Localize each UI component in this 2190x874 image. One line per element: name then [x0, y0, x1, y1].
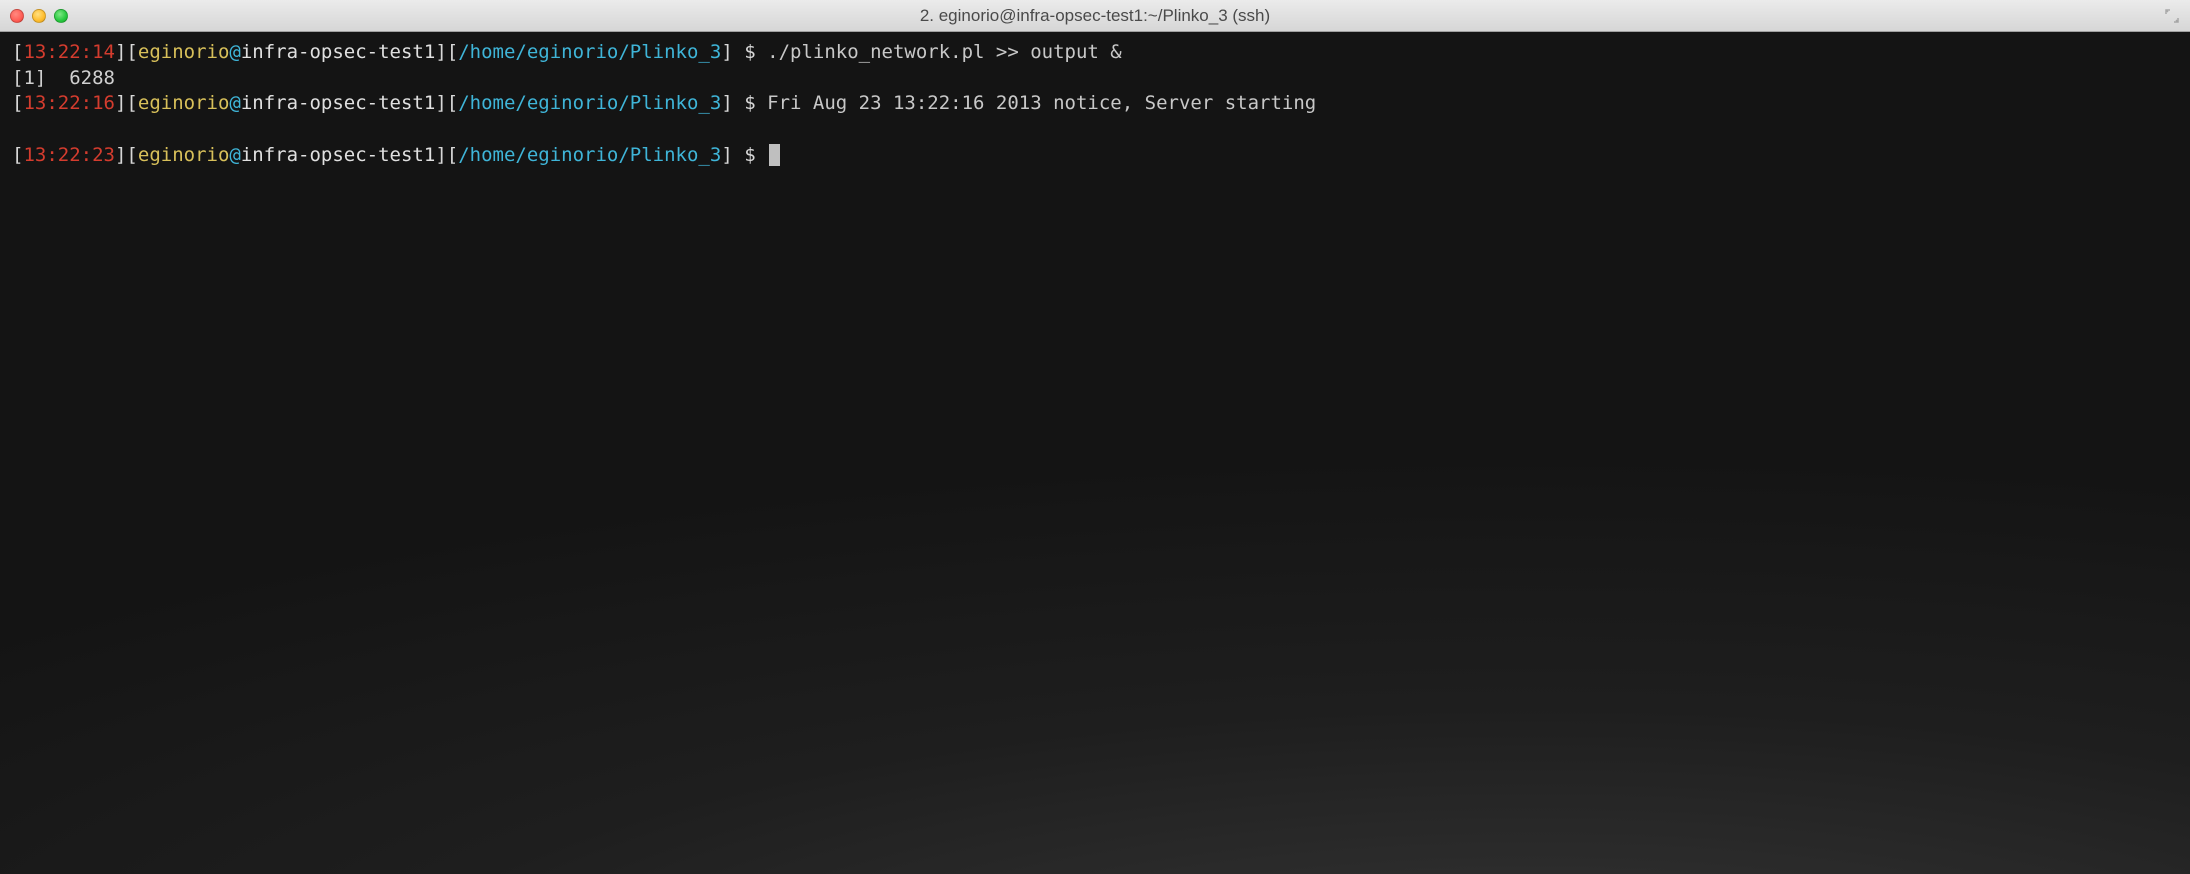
terminal-blank-line	[12, 117, 2178, 143]
command-text: ./plinko_network.pl >> output &	[767, 41, 1122, 63]
bracket: [	[126, 144, 137, 166]
prompt-at: @	[229, 144, 240, 166]
bracket: ]	[721, 144, 732, 166]
bracket: ]	[721, 92, 732, 114]
terminal-body[interactable]: [13:22:14][eginorio@infra-opsec-test1][/…	[0, 32, 2190, 874]
bracket: [	[126, 92, 137, 114]
window-title: 2. eginorio@infra-opsec-test1:~/Plinko_3…	[920, 6, 1270, 26]
prompt-host: infra-opsec-test1	[241, 144, 435, 166]
bracket: ]	[435, 144, 446, 166]
bracket: ]	[115, 41, 126, 63]
terminal-window: 2. eginorio@infra-opsec-test1:~/Plinko_3…	[0, 0, 2190, 874]
prompt-user: eginorio	[138, 92, 230, 114]
bracket: [	[12, 41, 23, 63]
terminal-line: [13:22:16][eginorio@infra-opsec-test1][/…	[12, 91, 2178, 117]
traffic-lights	[10, 9, 68, 23]
prompt-dollar: $	[733, 92, 767, 114]
prompt-dollar: $	[733, 144, 767, 166]
prompt-path: /home/eginorio/Plinko_3	[458, 41, 721, 63]
prompt-at: @	[229, 41, 240, 63]
bracket: [	[447, 144, 458, 166]
fullscreen-icon[interactable]	[2164, 8, 2180, 24]
prompt-path: /home/eginorio/Plinko_3	[458, 92, 721, 114]
prompt-host: infra-opsec-test1	[241, 41, 435, 63]
bracket: ]	[721, 41, 732, 63]
prompt-at: @	[229, 92, 240, 114]
prompt-user: eginorio	[138, 144, 230, 166]
prompt-host: infra-opsec-test1	[241, 92, 435, 114]
output-text: Fri Aug 23 13:22:16 2013 notice, Server …	[767, 92, 1316, 114]
close-button[interactable]	[10, 9, 24, 23]
bracket: ]	[115, 144, 126, 166]
bracket: ]	[435, 92, 446, 114]
prompt-time: 13:22:14	[23, 41, 115, 63]
cursor	[769, 144, 780, 166]
terminal-line: [13:22:23][eginorio@infra-opsec-test1][/…	[12, 143, 2178, 169]
bracket: ]	[435, 41, 446, 63]
terminal-line: [1] 6288	[12, 66, 2178, 92]
zoom-button[interactable]	[54, 9, 68, 23]
prompt-user: eginorio	[138, 41, 230, 63]
title-bar[interactable]: 2. eginorio@infra-opsec-test1:~/Plinko_3…	[0, 0, 2190, 32]
bracket: ]	[115, 92, 126, 114]
bracket: [	[447, 41, 458, 63]
prompt-time: 13:22:23	[23, 144, 115, 166]
prompt-path: /home/eginorio/Plinko_3	[458, 144, 721, 166]
bracket: [	[447, 92, 458, 114]
terminal-line: [13:22:14][eginorio@infra-opsec-test1][/…	[12, 40, 2178, 66]
prompt-dollar: $	[733, 41, 767, 63]
bracket: [	[126, 41, 137, 63]
minimize-button[interactable]	[32, 9, 46, 23]
job-output: [1] 6288	[12, 67, 115, 89]
bracket: [	[12, 144, 23, 166]
prompt-time: 13:22:16	[23, 92, 115, 114]
bracket: [	[12, 92, 23, 114]
